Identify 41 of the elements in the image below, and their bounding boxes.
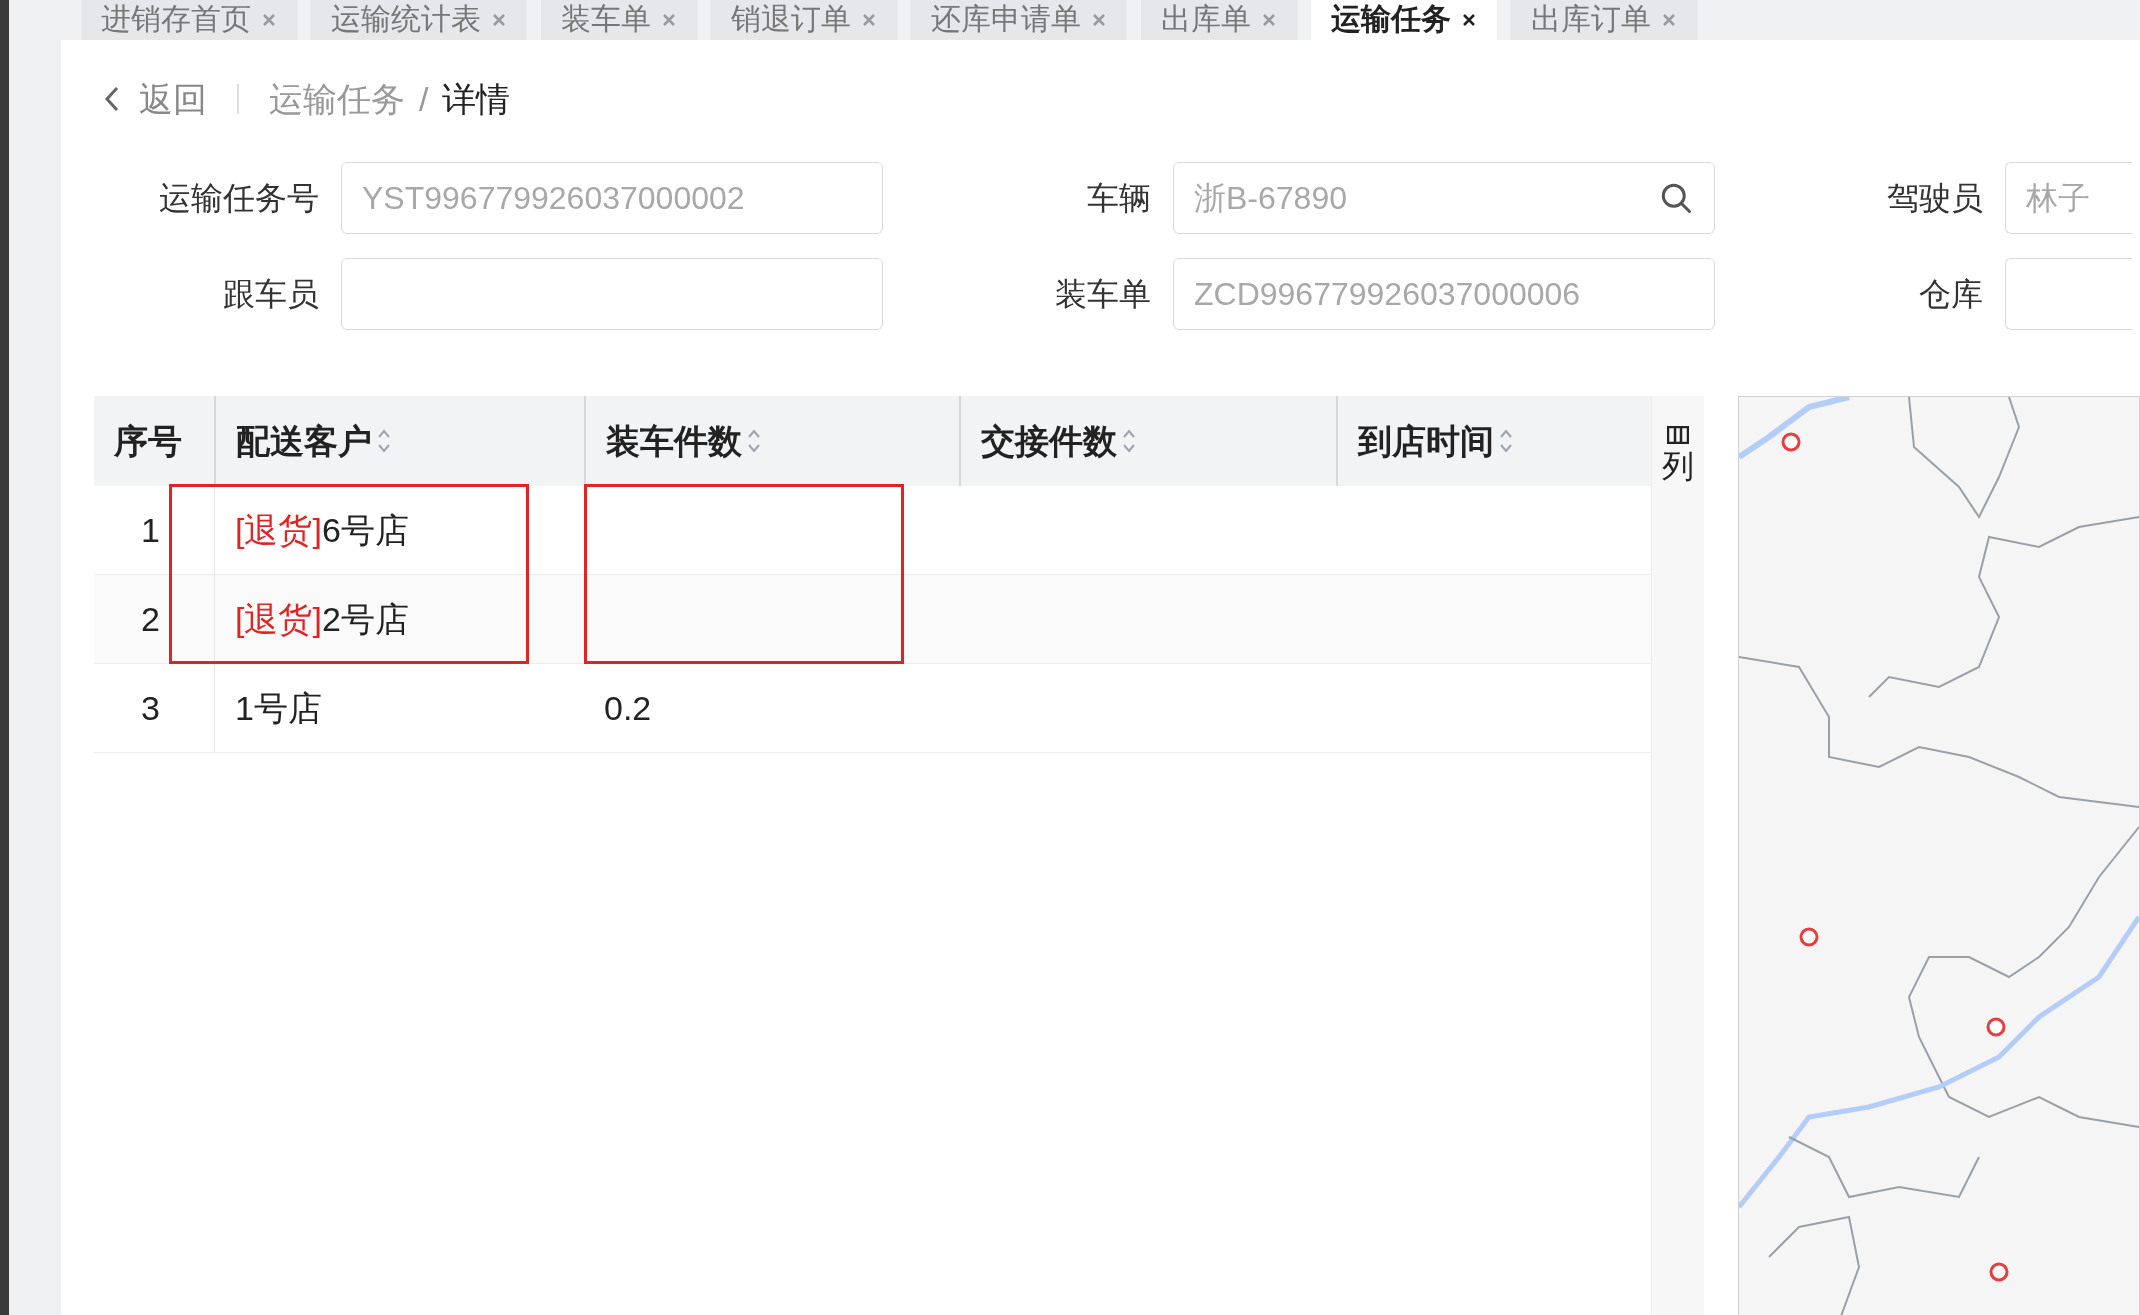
tab[interactable]: 装车单 bbox=[541, 0, 697, 40]
column-header: 交接件数 bbox=[981, 420, 1117, 462]
tab[interactable]: 出库单 bbox=[1141, 0, 1297, 40]
tab[interactable]: 出库订单 bbox=[1511, 0, 1697, 40]
row-number: 1 bbox=[141, 509, 160, 551]
breadcrumb-current: 详情 bbox=[442, 78, 511, 120]
field-label: 跟车员 bbox=[222, 275, 320, 314]
columns-icon bbox=[1667, 426, 1689, 444]
tab[interactable]: 运输统计表 bbox=[311, 0, 527, 40]
customer-name: 6号店 bbox=[321, 509, 409, 551]
return-tag: [退货] bbox=[235, 504, 322, 556]
columns-button[interactable]: 列 bbox=[1662, 426, 1694, 482]
input-field[interactable]: YST996779926037000002 bbox=[341, 162, 883, 234]
row-number: 2 bbox=[141, 598, 160, 640]
customer-name: 2号店 bbox=[321, 598, 409, 640]
field-label: 仓库 bbox=[1918, 275, 1984, 314]
close-icon[interactable] bbox=[1461, 12, 1477, 28]
breadcrumb-link[interactable]: 运输任务 bbox=[269, 73, 405, 125]
input-field[interactable]: 林子 bbox=[2005, 162, 2132, 234]
back-link[interactable]: 返回 bbox=[139, 73, 207, 125]
table-cell-text: 0.2 bbox=[604, 687, 652, 729]
row-number: 3 bbox=[141, 687, 160, 729]
tab[interactable]: 运输任务 bbox=[1311, 0, 1497, 40]
tab[interactable]: 还库申请单 bbox=[911, 0, 1127, 40]
return-tag: [退货] bbox=[235, 593, 322, 645]
field-label: 装车单 bbox=[1054, 275, 1152, 314]
input-field[interactable] bbox=[2005, 258, 2132, 330]
field-label: 车辆 bbox=[1086, 179, 1152, 218]
column-header: 装车件数 bbox=[606, 420, 742, 462]
field-label: 驾驶员 bbox=[1886, 179, 1984, 218]
breadcrumb-separator: / bbox=[419, 78, 429, 120]
tab[interactable]: 进销存首页 bbox=[81, 0, 297, 40]
input-field[interactable] bbox=[341, 258, 883, 330]
input-field[interactable]: ZCD996779926037000006 bbox=[1173, 258, 1715, 330]
tab[interactable]: 销退订单 bbox=[711, 0, 897, 40]
column-header: 序号 bbox=[114, 420, 182, 462]
column-header: 配送客户 bbox=[236, 420, 372, 462]
column-header: 到店时间 bbox=[1358, 420, 1494, 462]
field-label: 运输任务号 bbox=[158, 179, 320, 218]
input-field[interactable]: 浙B-67890 bbox=[1173, 162, 1715, 234]
customer-name: 1号店 bbox=[235, 687, 322, 729]
